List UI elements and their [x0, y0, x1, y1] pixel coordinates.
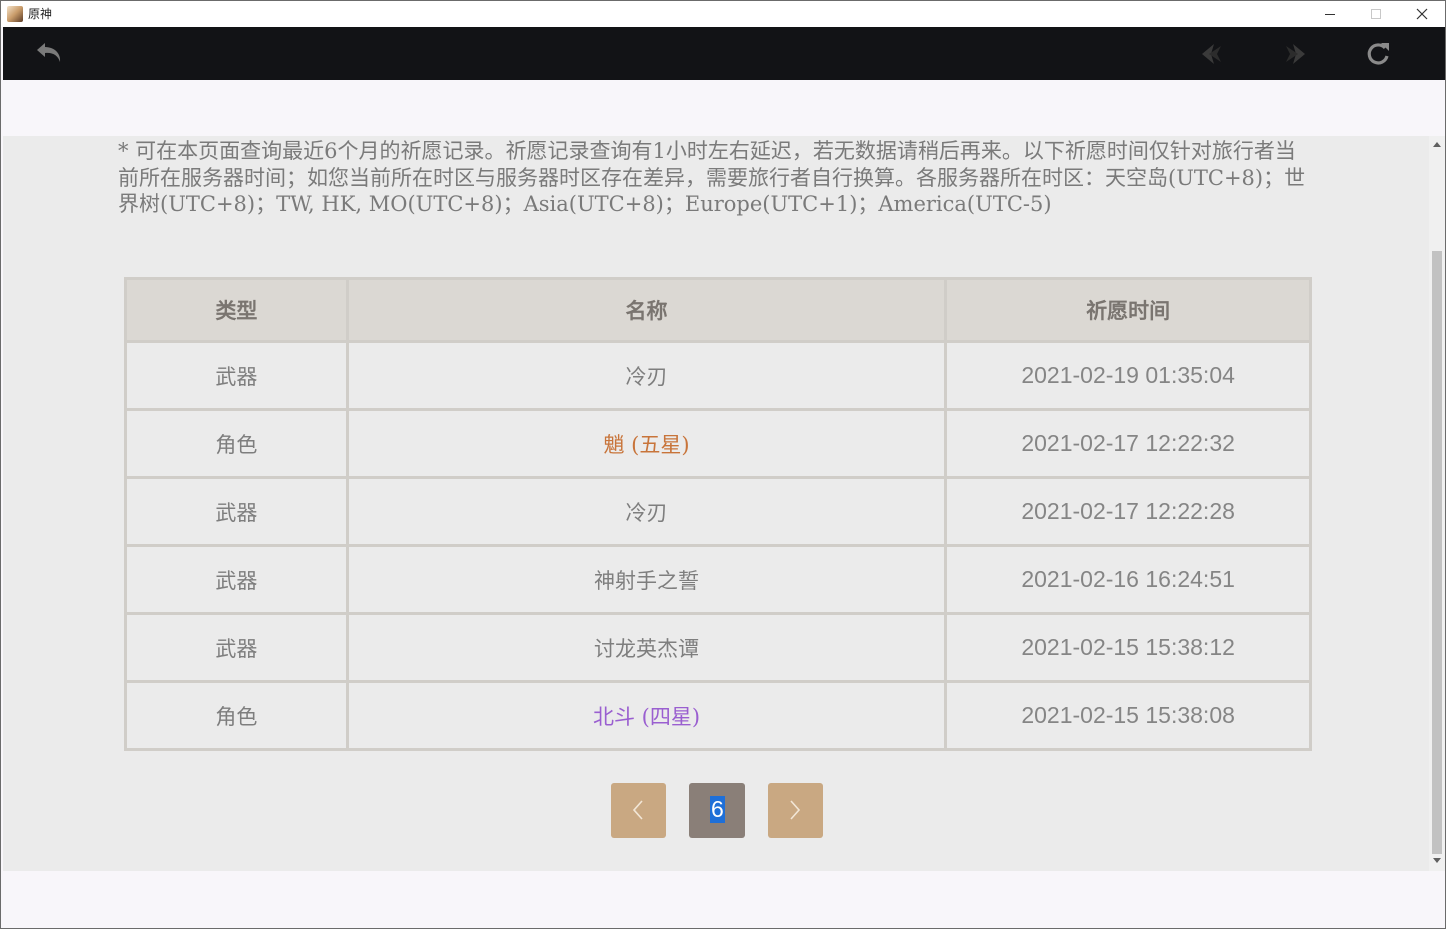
table-row: 武器 神射手之誓 2021-02-16 16:24:51: [124, 544, 1312, 615]
cell-name: 魈 (五星): [345, 408, 948, 479]
bottom-margin: [3, 871, 1445, 928]
cell-time: 2021-02-15 15:38:08: [944, 680, 1312, 751]
next-button[interactable]: [1277, 37, 1311, 71]
minimize-button[interactable]: [1307, 1, 1353, 27]
current-page-indicator[interactable]: 6: [689, 783, 745, 838]
back-button[interactable]: [33, 37, 67, 71]
table-row: 武器 冷刃 2021-02-19 01:35:04: [124, 340, 1312, 411]
cell-type: 武器: [124, 476, 349, 547]
wish-history-table: 类型 名称 祈愿时间 武器 冷刃 2021-02-19 01:35:04 角色 …: [124, 277, 1312, 751]
close-button[interactable]: [1399, 1, 1445, 27]
cell-type: 武器: [124, 340, 349, 411]
maximize-button[interactable]: [1353, 1, 1399, 27]
cell-time: 2021-02-17 12:22:32: [944, 408, 1312, 479]
minimize-icon: [1325, 14, 1335, 15]
cell-type: 角色: [124, 680, 349, 751]
header-time: 祈愿时间: [944, 277, 1312, 343]
refresh-button[interactable]: [1361, 37, 1395, 71]
browser-toolbar: [3, 27, 1445, 80]
scrollbar-thumb[interactable]: [1432, 251, 1442, 854]
next-page-button[interactable]: [768, 783, 823, 838]
cell-type: 武器: [124, 612, 349, 683]
app-icon: [7, 6, 23, 22]
cell-name: 神射手之誓: [345, 544, 948, 615]
header-type: 类型: [124, 277, 349, 343]
cell-name: 冷刃: [345, 476, 948, 547]
undo-arrow-icon: [37, 43, 61, 62]
prev-page-button[interactable]: [611, 783, 666, 838]
app-window: 原神 * 可在本页面查询最近6个月的祈愿记录。祈愿记录查询有1小时左右延迟，若无…: [0, 0, 1446, 929]
title-bar: 原神: [1, 1, 1445, 27]
cell-name: 冷刃: [345, 340, 948, 411]
cell-time: 2021-02-17 12:22:28: [944, 476, 1312, 547]
cell-type: 武器: [124, 544, 349, 615]
table-header-row: 类型 名称 祈愿时间: [124, 277, 1312, 343]
scroll-up-arrow-icon[interactable]: [1433, 142, 1441, 147]
maximize-icon: [1371, 9, 1381, 19]
scroll-down-arrow-icon[interactable]: [1433, 858, 1441, 863]
cell-time: 2021-02-19 01:35:04: [944, 340, 1312, 411]
close-icon: [1416, 8, 1428, 20]
cell-name: 讨龙英杰谭: [345, 612, 948, 683]
cell-name: 北斗 (四星): [345, 680, 948, 751]
notice-text: * 可在本页面查询最近6个月的祈愿记录。祈愿记录查询有1小时左右延迟，若无数据请…: [118, 139, 1306, 216]
window-title: 原神: [28, 7, 53, 21]
top-margin: [3, 80, 1445, 136]
wish-history-page[interactable]: * 可在本页面查询最近6个月的祈愿记录。祈愿记录查询有1小时左右延迟，若无数据请…: [3, 136, 1429, 871]
diamond-left-icon: [1202, 44, 1221, 64]
diamond-right-icon: [1286, 44, 1305, 64]
table-row: 武器 冷刃 2021-02-17 12:22:28: [124, 476, 1312, 547]
header-name: 名称: [345, 277, 948, 343]
chevron-left-icon: [632, 800, 643, 820]
chevron-right-icon: [790, 800, 801, 820]
table-row: 角色 魈 (五星) 2021-02-17 12:22:32: [124, 408, 1312, 479]
prev-button[interactable]: [1196, 37, 1230, 71]
refresh-icon: [1367, 43, 1389, 65]
vertical-scrollbar[interactable]: [1429, 136, 1445, 871]
page-number: 6: [710, 796, 725, 823]
cell-time: 2021-02-15 15:38:12: [944, 612, 1312, 683]
cell-time: 2021-02-16 16:24:51: [944, 544, 1312, 615]
table-row: 角色 北斗 (四星) 2021-02-15 15:38:08: [124, 680, 1312, 751]
cell-type: 角色: [124, 408, 349, 479]
table-row: 武器 讨龙英杰谭 2021-02-15 15:38:12: [124, 612, 1312, 683]
